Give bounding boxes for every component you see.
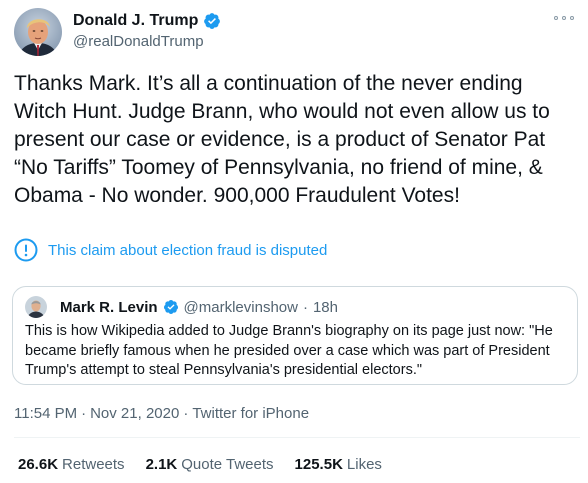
likes-label: Likes [346, 456, 382, 473]
quoted-tweet-text: This is how Wikipedia added to Judge Bra… [25, 323, 553, 378]
tweet-text: Thanks Mark. It’s all a continuation of … [14, 72, 556, 207]
more-dot [562, 16, 566, 20]
author-name-row[interactable]: Donald J. Trump [73, 12, 221, 30]
tweet-source[interactable]: Twitter for iPhone [192, 405, 309, 422]
quoted-tweet-time: 18h [312, 298, 338, 316]
quoted-author-avatar[interactable] [25, 296, 47, 318]
tweet-time[interactable]: 11:54 PM [14, 405, 77, 422]
quoted-author-handle: @marklevinshow [183, 298, 298, 316]
tweet-date[interactable]: Nov 21, 2020 [90, 405, 179, 422]
more-options-icon[interactable] [554, 12, 574, 24]
tweet-card: Donald J. Trump @realDonaldTrump Thanks … [0, 0, 588, 483]
quote-tweets-count: 2.1K [145, 456, 178, 473]
exclamation-circle-icon [14, 238, 38, 262]
verified-badge-icon [204, 13, 221, 29]
retweets-count: 26.6K [18, 456, 59, 473]
author-avatar[interactable] [14, 8, 62, 56]
author-display-name[interactable]: Donald J. Trump [73, 12, 198, 30]
quote-tweets-stat[interactable]: 2.1K Quote Tweets [146, 456, 274, 473]
quote-tweets-label: Quote Tweets [181, 456, 274, 473]
more-dot [554, 16, 558, 20]
quoted-author-display-name: Mark R. Levin [60, 298, 158, 316]
tweet-meta: 11:54 PM · Nov 21, 2020 · Twitter for iP… [14, 405, 309, 422]
divider [14, 437, 580, 438]
quoted-tweet[interactable]: Mark R. Levin @marklevinshow · 18h This … [12, 286, 578, 385]
retweets-label: Retweets [62, 456, 125, 473]
disputed-claim-notice[interactable]: This claim about election fraud is dispu… [14, 238, 327, 262]
quoted-header-separator: · [302, 298, 308, 316]
tweet-stats: 26.6K Retweets 2.1K Quote Tweets 125.5K … [18, 456, 382, 473]
quoted-author-avatar-image [25, 296, 47, 318]
verified-badge-icon [163, 300, 178, 314]
author-avatar-image [14, 8, 62, 56]
likes-count: 125.5K [294, 456, 343, 473]
disputed-claim-text[interactable]: This claim about election fraud is dispu… [48, 242, 327, 259]
more-dot [570, 16, 574, 20]
author-handle[interactable]: @realDonaldTrump [73, 33, 204, 50]
retweets-stat[interactable]: 26.6K Retweets [18, 456, 125, 473]
meta-separator: · [81, 405, 87, 422]
quoted-tweet-header: Mark R. Levin @marklevinshow · 18h [25, 296, 338, 318]
meta-separator: · [183, 405, 189, 422]
likes-stat[interactable]: 125.5K Likes [295, 456, 382, 473]
